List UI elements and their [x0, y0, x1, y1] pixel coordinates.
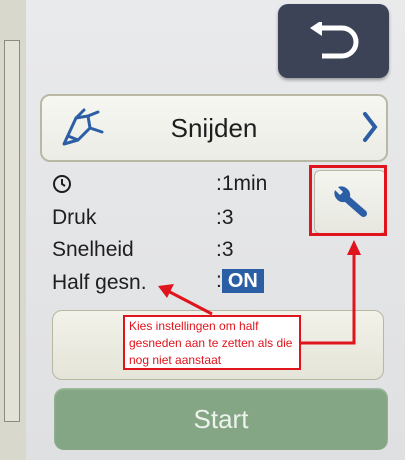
pressure-label: Druk	[52, 206, 97, 229]
back-button[interactable]	[278, 4, 389, 78]
half-cut-value: : ON	[216, 269, 264, 293]
side-panel-inner	[4, 40, 20, 422]
pressure-value: :3	[216, 206, 234, 229]
speed-value: :3	[216, 238, 234, 261]
start-label: Start	[193, 404, 249, 434]
speed-label: Snelheid	[52, 238, 134, 261]
start-button[interactable]: Start	[54, 388, 388, 450]
half-cut-status-badge: ON	[221, 269, 264, 293]
mode-selector-button[interactable]: Snijden	[40, 94, 388, 162]
time-value: :1min	[216, 172, 268, 195]
wrench-highlight-box	[309, 165, 387, 236]
chevron-right-icon	[363, 112, 378, 142]
mode-label: Snijden	[170, 113, 258, 143]
half-cut-label: Half gesn.	[52, 271, 147, 294]
side-panel-edge	[0, 0, 28, 460]
return-arrow-icon	[310, 22, 359, 59]
annotation-text: Kies instellingen om half gesneden aan t…	[129, 319, 293, 367]
annotation-callout: Kies instellingen om half gesneden aan t…	[123, 315, 301, 370]
clock-icon	[53, 175, 71, 193]
